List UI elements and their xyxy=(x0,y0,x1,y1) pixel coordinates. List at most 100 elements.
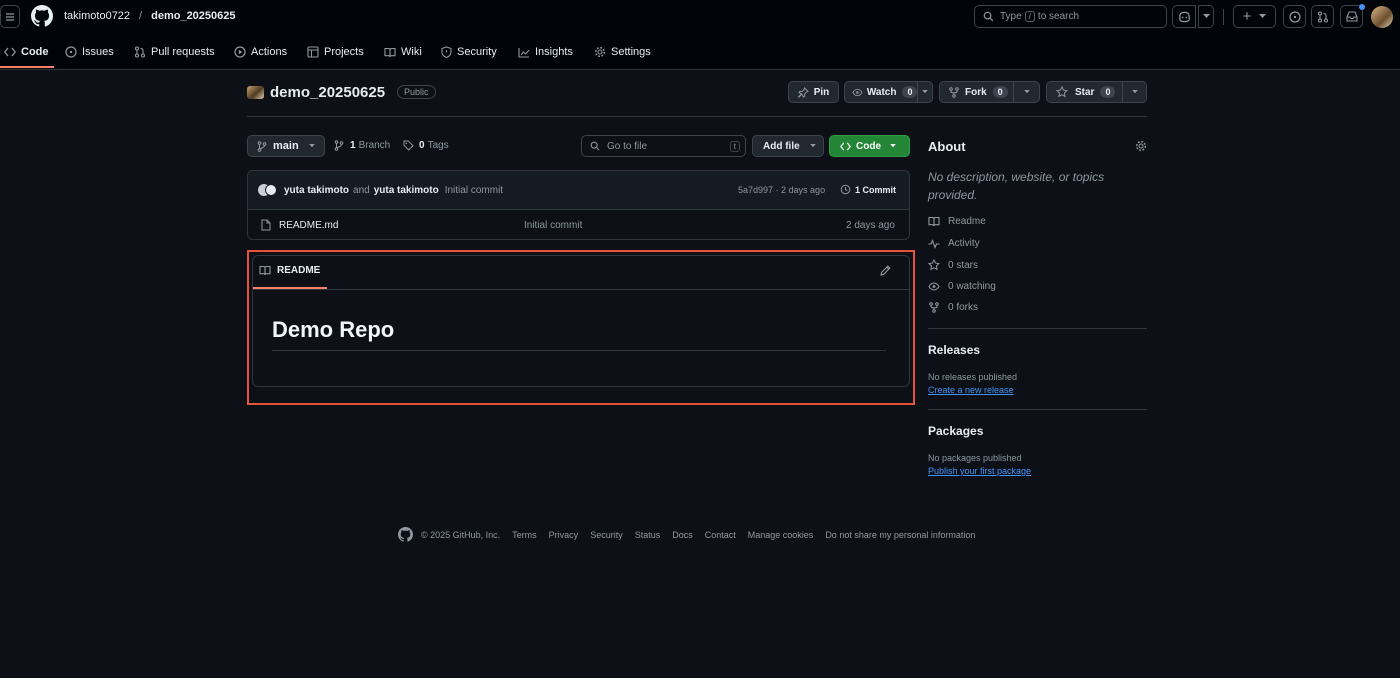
branches-link[interactable]: 1 Branch xyxy=(334,140,390,151)
add-file-button[interactable]: Add file xyxy=(752,135,824,157)
pin-label: Pin xyxy=(813,86,830,98)
visibility-badge: Public xyxy=(397,85,436,99)
packages-title[interactable]: Packages xyxy=(928,424,983,438)
copilot-icon xyxy=(1178,11,1190,22)
footer-link-security[interactable]: Security xyxy=(590,530,623,540)
github-mark-icon[interactable] xyxy=(398,527,413,542)
footer-link-status[interactable]: Status xyxy=(635,530,661,540)
create-new-button[interactable]: + xyxy=(1233,5,1276,28)
branch-name: main xyxy=(273,140,299,152)
footer-link-do-not-share[interactable]: Do not share my personal information xyxy=(825,530,975,540)
tab-insights[interactable]: Insights xyxy=(518,43,573,61)
publish-package-link[interactable]: Publish your first package xyxy=(928,466,1031,476)
branch-selector[interactable]: main xyxy=(247,135,325,157)
table-row[interactable]: README.md Initial commit 2 days ago xyxy=(248,211,909,239)
stars-link[interactable]: 0 stars xyxy=(928,259,978,271)
pencil-icon xyxy=(880,265,891,276)
go-to-file-placeholder: Go to file xyxy=(607,140,648,152)
avatar[interactable] xyxy=(265,184,277,196)
issue-icon xyxy=(1288,10,1301,23)
repo-name[interactable]: demo_20250625 xyxy=(270,84,385,101)
star-icon xyxy=(928,259,940,271)
tags-link[interactable]: 0 Tags xyxy=(403,140,449,151)
tab-security-label: Security xyxy=(457,46,497,58)
table-icon xyxy=(307,46,319,58)
edit-readme-button[interactable] xyxy=(880,265,891,279)
commit-message[interactable]: Initial commit xyxy=(445,185,503,196)
code-icon xyxy=(840,142,851,150)
about-description: No description, website, or topics provi… xyxy=(928,170,1105,202)
commit-and: and xyxy=(353,185,370,196)
footer-copyright: © 2025 GitHub, Inc. xyxy=(421,529,501,540)
readme-header-divider xyxy=(253,289,909,290)
search-prefix: Type xyxy=(1000,11,1022,22)
readme-tab[interactable]: README xyxy=(259,265,320,276)
commit-history-link[interactable]: 1 Commit xyxy=(840,184,896,195)
graph-icon xyxy=(518,47,530,58)
watching-link[interactable]: 0 watching xyxy=(928,281,996,292)
repo-avatar xyxy=(247,86,264,99)
tab-issues[interactable]: Issues xyxy=(65,43,114,61)
pull-request-icon xyxy=(134,46,146,58)
issues-button[interactable] xyxy=(1283,5,1306,28)
fork-dropdown[interactable] xyxy=(1013,82,1039,102)
readme-tab-label: README xyxy=(277,265,321,276)
file-name[interactable]: README.md xyxy=(279,220,338,231)
about-settings-button[interactable] xyxy=(1135,140,1147,155)
branch-count: 1 xyxy=(350,140,356,151)
tab-projects-label: Projects xyxy=(324,46,364,58)
commit-coauthor[interactable]: yuta takimoto xyxy=(374,185,439,196)
branch-icon xyxy=(334,140,344,151)
forks-link[interactable]: 0 forks xyxy=(928,302,978,313)
search-icon xyxy=(983,11,994,22)
commit-hash-time[interactable]: 5a7d997 · 2 days ago xyxy=(738,185,825,195)
app-header: takimoto0722 / demo_20250625 Type / to s… xyxy=(0,0,1400,70)
fork-icon xyxy=(949,86,959,98)
tab-security[interactable]: Security xyxy=(441,43,497,61)
owner-link[interactable]: takimoto0722 xyxy=(64,10,130,22)
file-commit-message[interactable]: Initial commit xyxy=(524,220,582,231)
create-release-link[interactable]: Create a new release xyxy=(928,385,1014,395)
tab-wiki[interactable]: Wiki xyxy=(384,43,422,61)
tab-projects[interactable]: Projects xyxy=(307,43,364,61)
tab-settings[interactable]: Settings xyxy=(594,43,651,61)
fork-count: 0 xyxy=(992,86,1008,98)
tab-pull-requests[interactable]: Pull requests xyxy=(134,43,215,61)
menu-button[interactable] xyxy=(0,5,20,28)
title-divider xyxy=(247,116,1147,117)
footer-link-terms[interactable]: Terms xyxy=(512,530,537,540)
latest-commit-bar: yuta takimoto and yuta takimoto Initial … xyxy=(248,171,909,210)
github-logo[interactable] xyxy=(31,5,54,30)
footer-link-contact[interactable]: Contact xyxy=(705,530,736,540)
tab-settings-label: Settings xyxy=(611,46,651,58)
fork-button[interactable]: Fork 0 xyxy=(939,81,1040,103)
copilot-dropdown[interactable] xyxy=(1198,5,1214,28)
star-dropdown[interactable] xyxy=(1122,82,1146,102)
star-button[interactable]: Star 0 xyxy=(1046,81,1147,103)
avatar[interactable] xyxy=(1371,6,1393,28)
stars-link-label: 0 stars xyxy=(948,259,979,271)
watch-dropdown[interactable] xyxy=(917,82,932,102)
code-button[interactable]: Code xyxy=(829,135,910,157)
footer-link-docs[interactable]: Docs xyxy=(672,530,693,540)
tab-code[interactable]: Code xyxy=(4,43,49,61)
branch-icon xyxy=(257,140,267,152)
search-suffix: to search xyxy=(1037,11,1080,22)
go-to-file-input[interactable]: Go to file t xyxy=(581,135,746,157)
activity-link[interactable]: Activity xyxy=(928,238,980,249)
watch-button[interactable]: Watch 0 xyxy=(844,81,933,103)
readme-link[interactable]: Readme xyxy=(928,216,986,227)
github-mark-icon xyxy=(31,5,54,27)
search-input[interactable]: Type / to search xyxy=(974,5,1167,28)
copilot-button[interactable] xyxy=(1172,5,1196,28)
releases-title[interactable]: Releases xyxy=(928,343,980,357)
commit-author[interactable]: yuta takimoto xyxy=(284,185,349,196)
repo-link[interactable]: demo_20250625 xyxy=(151,10,235,22)
pin-button[interactable]: Pin xyxy=(788,81,839,103)
tab-actions[interactable]: Actions xyxy=(234,43,287,61)
tag-icon xyxy=(403,140,414,151)
footer-link-privacy[interactable]: Privacy xyxy=(549,530,579,540)
pull-requests-button[interactable] xyxy=(1311,5,1334,28)
footer-link-manage-cookies[interactable]: Manage cookies xyxy=(748,530,814,540)
plus-icon: + xyxy=(1242,8,1252,25)
